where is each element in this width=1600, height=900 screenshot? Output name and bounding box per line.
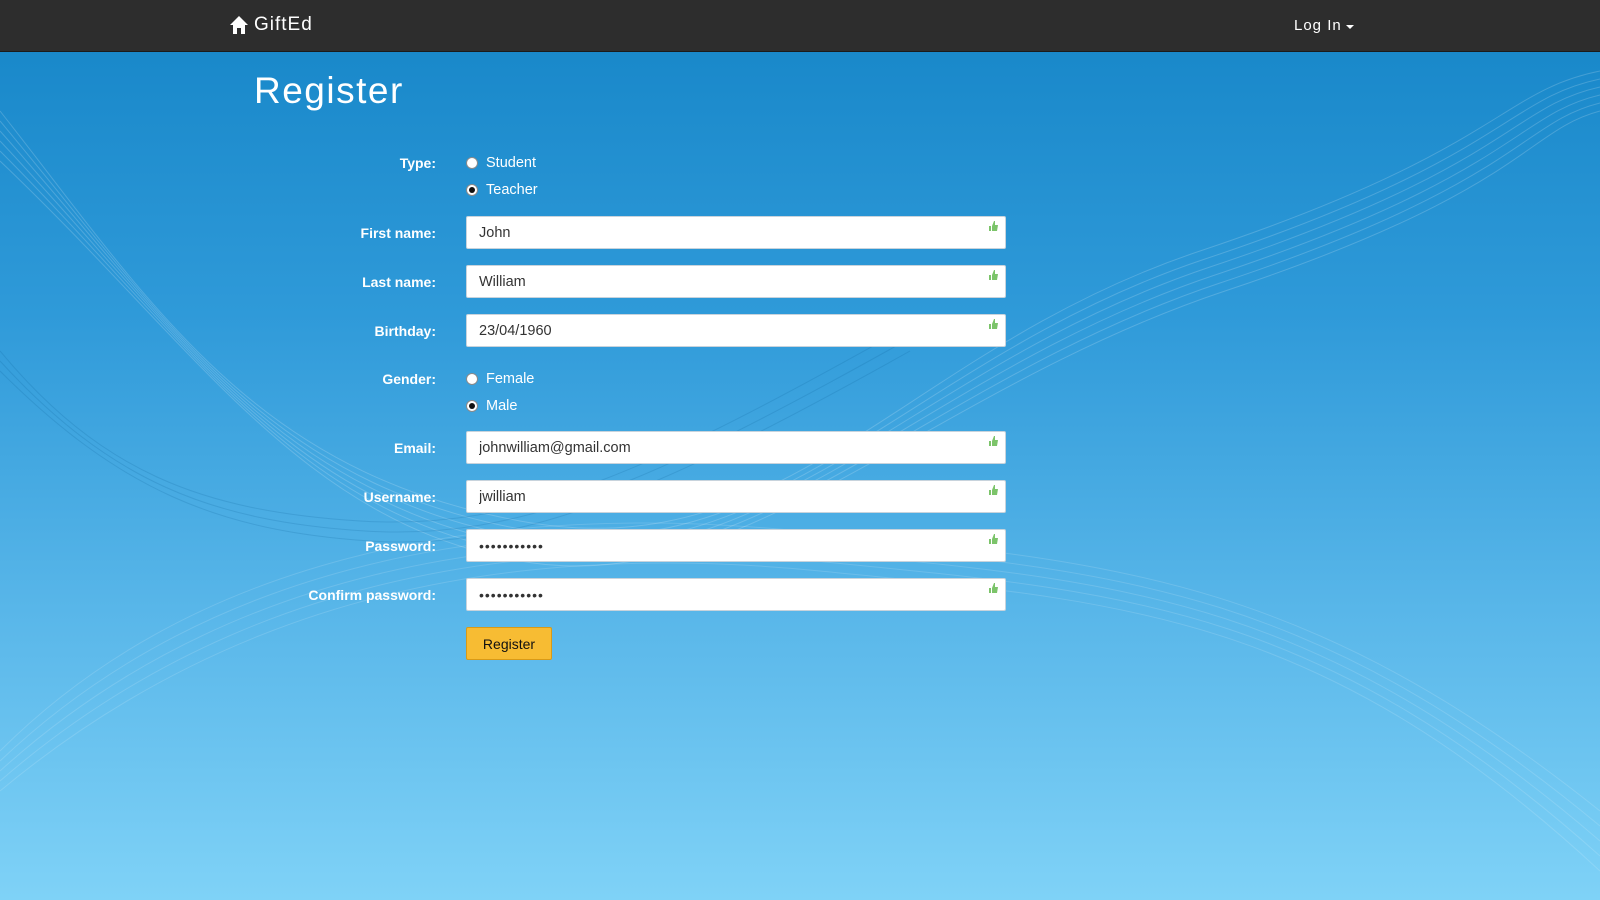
username-field (466, 480, 1006, 513)
gender-option-male[interactable]: Male (466, 398, 517, 414)
thumbs-up-icon (989, 270, 998, 280)
thumbs-up-icon (989, 583, 998, 593)
gender-option-label: Female (486, 371, 535, 387)
password-field (466, 529, 1006, 562)
radio-button[interactable] (466, 373, 478, 385)
thumbs-up-icon (989, 436, 998, 446)
type-option-label: Teacher (486, 182, 538, 198)
radio-button-checked[interactable] (466, 400, 478, 412)
gender-option-female[interactable]: Female (466, 371, 534, 387)
thumbs-up-icon (989, 534, 998, 544)
type-option-teacher[interactable]: Teacher (466, 182, 538, 198)
email-input[interactable] (467, 432, 1005, 463)
birthday-field (466, 314, 1006, 347)
username-input[interactable] (467, 481, 1005, 512)
thumbs-up-icon (989, 485, 998, 495)
gender-option-label: Male (486, 398, 518, 414)
type-option-student[interactable]: Student (466, 155, 536, 171)
type-option-label: Student (486, 155, 536, 171)
username-label: Username: (363, 489, 436, 505)
password-input[interactable] (467, 530, 1005, 561)
email-label: Email: (393, 440, 436, 456)
confirm-password-field (466, 578, 1006, 611)
first-name-label: First name: (360, 225, 436, 241)
last-name-label: Last name: (362, 274, 436, 290)
password-label: Password: (365, 538, 436, 554)
radio-button-checked[interactable] (466, 184, 478, 196)
type-label: Type: (399, 155, 436, 171)
confirm-password-input[interactable] (467, 579, 1005, 610)
last-name-input[interactable] (467, 266, 1005, 297)
birthday-label: Birthday: (374, 323, 436, 339)
birthday-input[interactable] (467, 315, 1005, 346)
first-name-input[interactable] (467, 217, 1005, 248)
register-form: Type: Student Teacher First name: Last n… (0, 0, 1600, 900)
gender-label: Gender: (382, 371, 436, 387)
radio-button[interactable] (466, 157, 478, 169)
confirm-password-label: Confirm password: (308, 587, 436, 603)
thumbs-up-icon (989, 221, 998, 231)
email-field (466, 431, 1006, 464)
register-button[interactable]: Register (466, 627, 552, 660)
first-name-field (466, 216, 1006, 249)
last-name-field (466, 265, 1006, 298)
thumbs-up-icon (989, 319, 998, 329)
